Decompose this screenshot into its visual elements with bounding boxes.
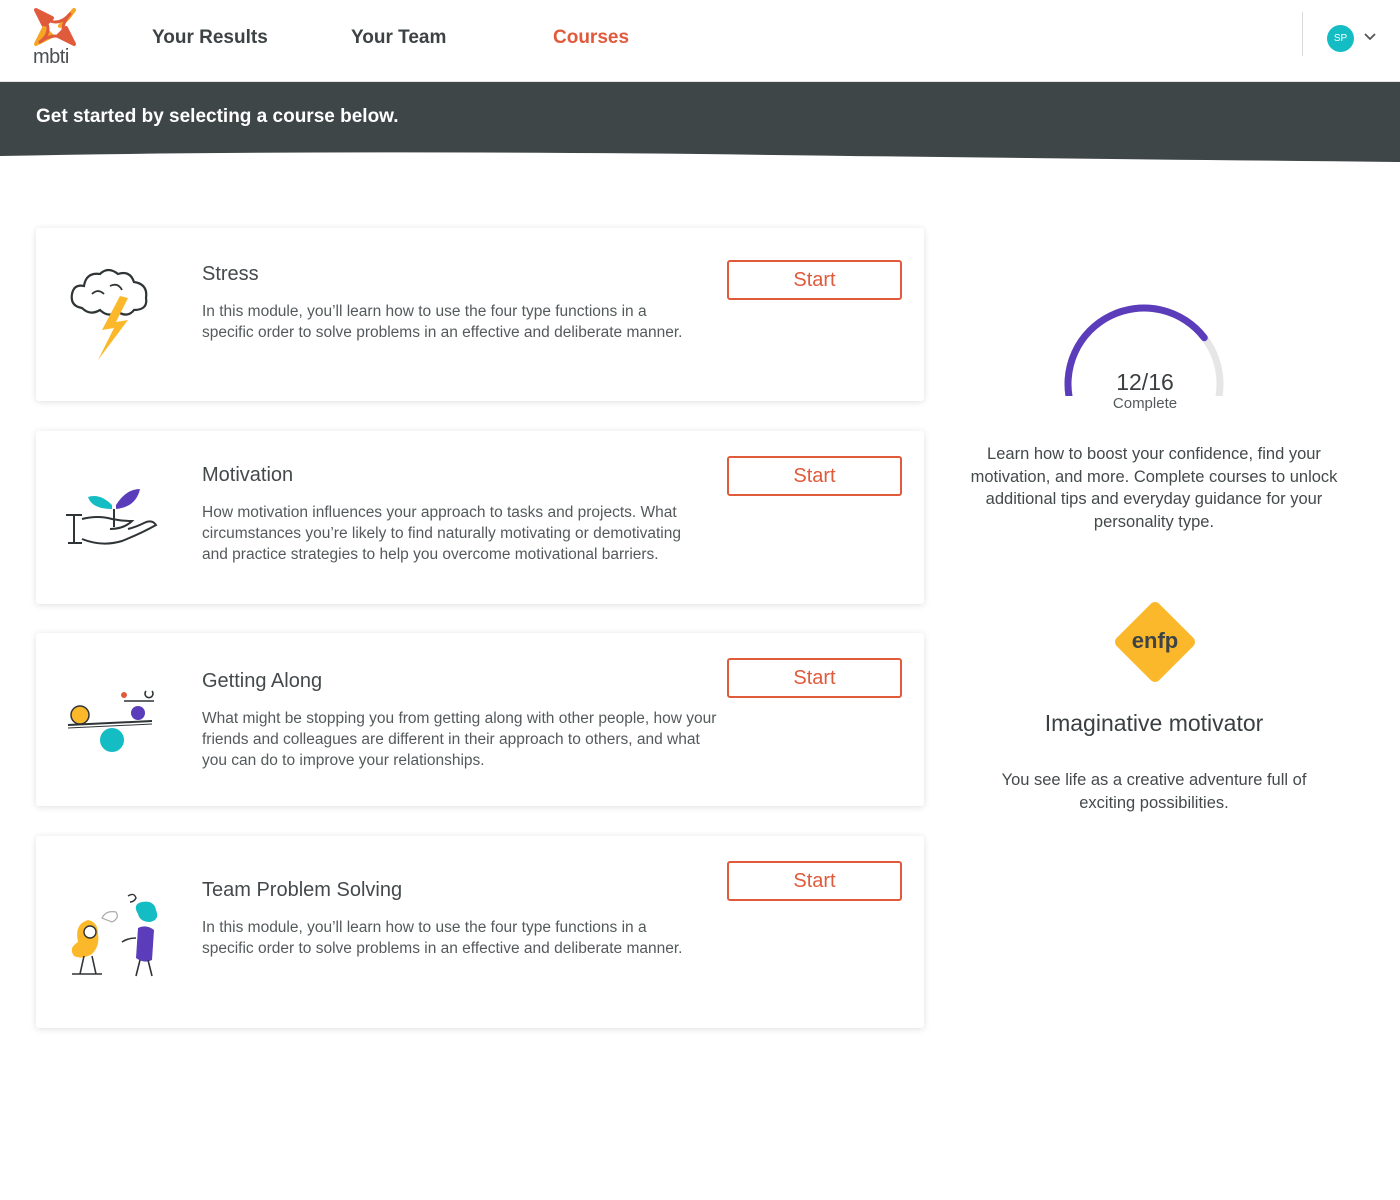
nav-your-team[interactable]: Your Team <box>351 27 446 49</box>
nav-your-results[interactable]: Your Results <box>152 27 268 49</box>
promo-text: Learn how to boost your confidence, find… <box>970 445 1338 531</box>
course-card-getting-along: Getting Along What might be stopping you… <box>36 633 924 806</box>
people-talking-icon <box>71 893 158 977</box>
type-name: Imaginative motivator <box>1044 710 1264 736</box>
start-motivation-button[interactable]: Start <box>727 456 902 496</box>
progress-label: Complete <box>1112 395 1178 412</box>
course-title: Team Problem Solving <box>202 879 403 901</box>
user-avatar[interactable]: SP <box>1327 25 1354 52</box>
start-team-problem-solving-button[interactable]: Start <box>727 861 902 901</box>
course-card-team-problem-solving: Team Problem Solving In this module, you… <box>36 836 924 1028</box>
course-title: Motivation <box>202 464 294 486</box>
course-card-motivation: Motivation How motivation influences you… <box>36 431 924 604</box>
start-getting-along-button[interactable]: Start <box>727 658 902 698</box>
course-card-stress: Stress In this module, you’ll learn how … <box>36 228 924 401</box>
course-description: What might be stopping you from getting … <box>202 710 717 769</box>
banner-text: Get started by selecting a course below. <box>36 106 399 127</box>
progress-count: 12/16 <box>1116 369 1174 395</box>
type-description: You see life as a creative adventure ful… <box>1001 771 1307 812</box>
nav-courses[interactable]: Courses <box>553 27 629 49</box>
header-divider <box>1302 12 1303 56</box>
logo-wordmark: mbti <box>33 46 69 68</box>
storm-cloud-lightning-icon <box>70 268 148 360</box>
course-description: In this module, you’ll learn how to use … <box>202 303 683 341</box>
balance-icon <box>67 690 154 752</box>
start-stress-button[interactable]: Start <box>727 260 902 300</box>
hand-sprout-icon <box>66 489 158 545</box>
course-description: In this module, you’ll learn how to use … <box>202 919 683 957</box>
type-code: enfp <box>1131 628 1179 653</box>
course-title: Stress <box>202 263 259 285</box>
course-description: How motivation influences your approach … <box>202 504 681 563</box>
chevron-down-icon[interactable] <box>1363 30 1377 44</box>
banner: Get started by selecting a course below. <box>0 82 1400 164</box>
top-navigation-bar: mbti Your Results Your Team Courses SP <box>0 0 1400 82</box>
course-title: Getting Along <box>202 670 323 692</box>
